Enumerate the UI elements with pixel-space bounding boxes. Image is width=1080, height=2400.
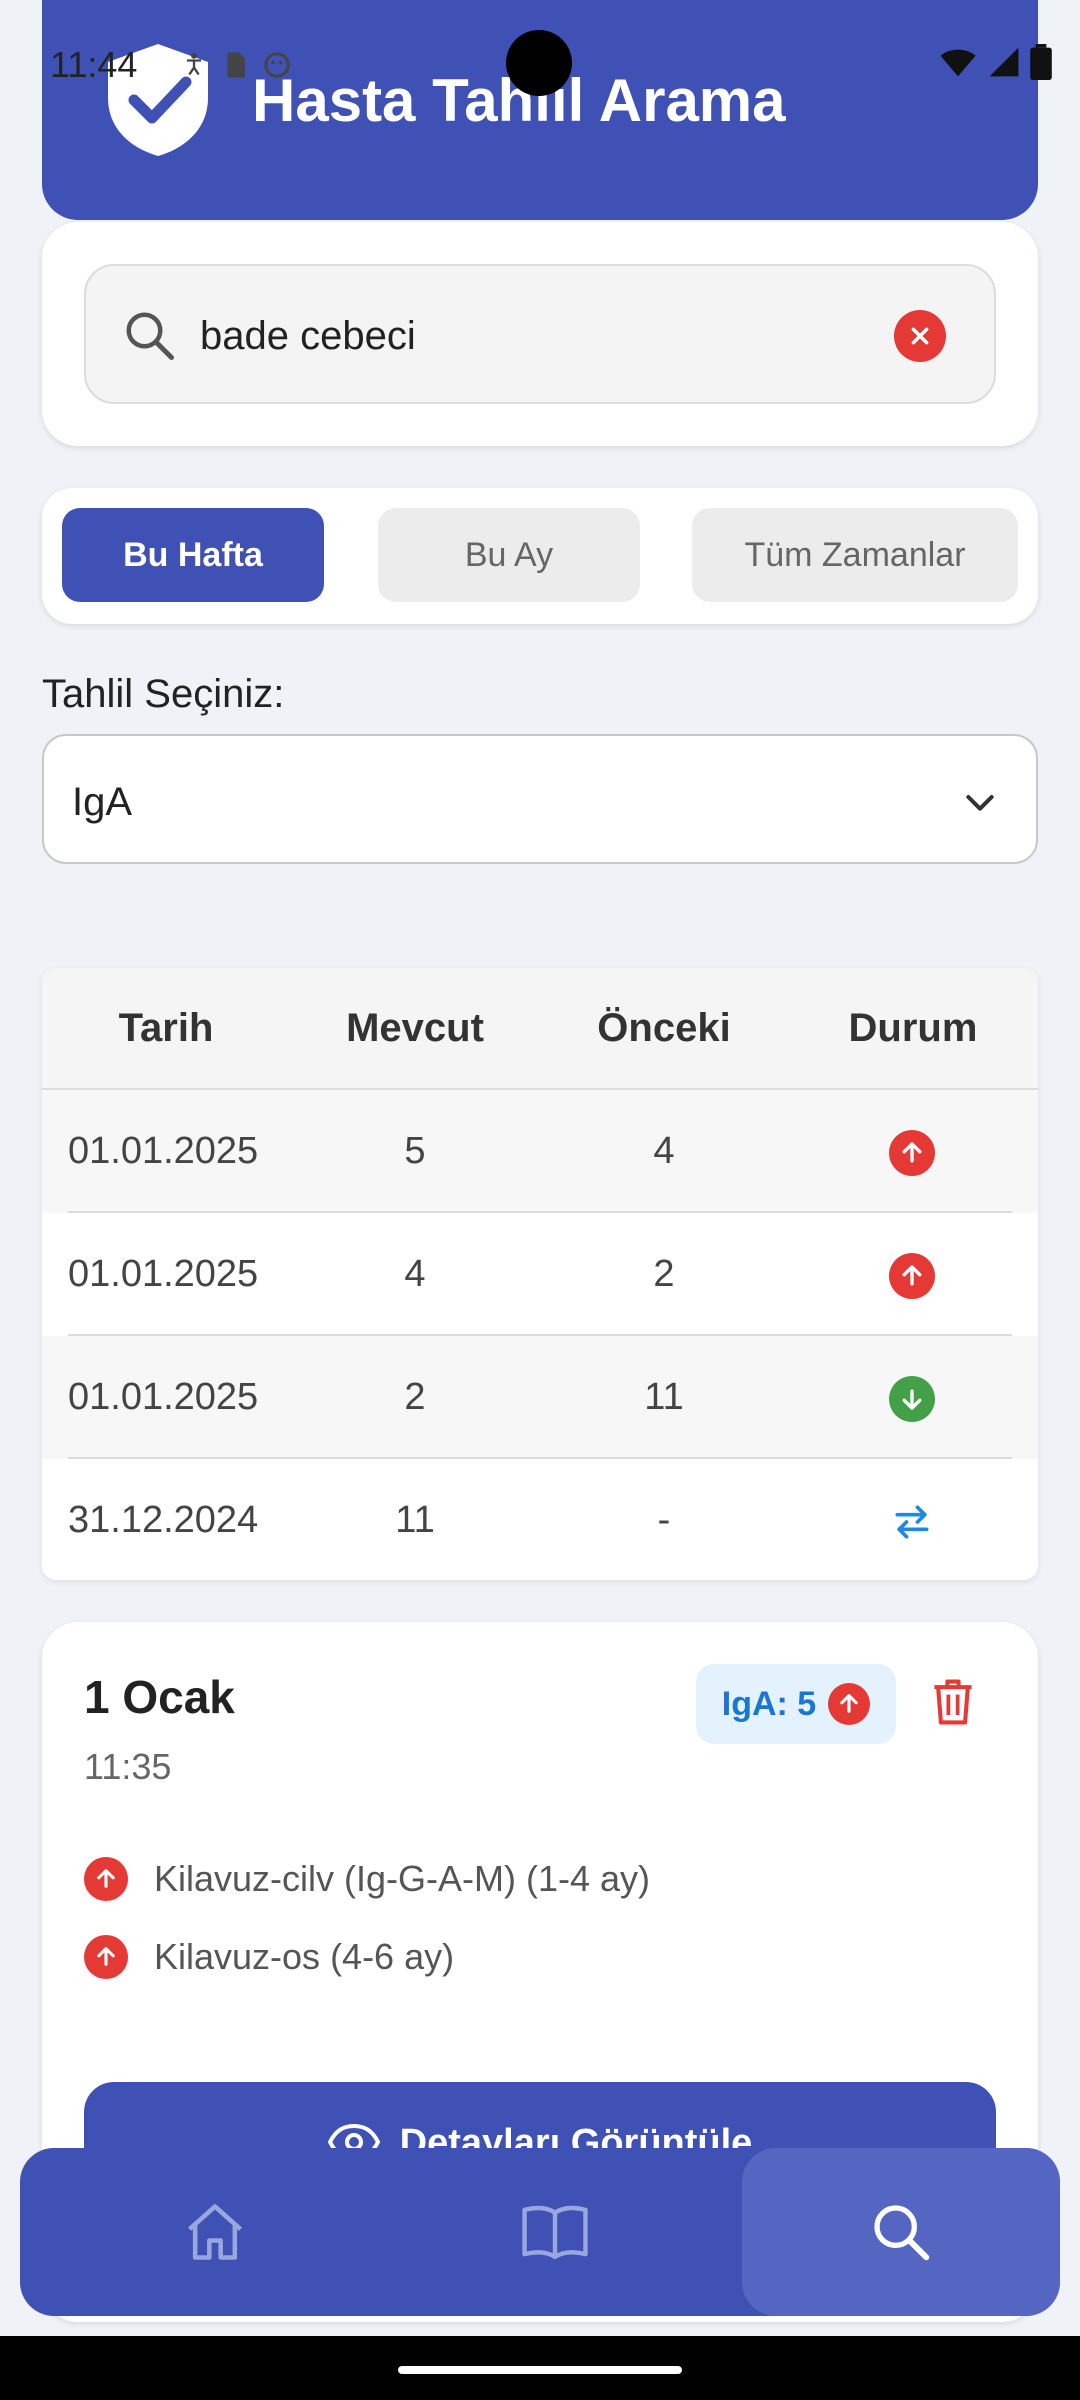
- arrow-up-icon: [828, 1683, 871, 1725]
- table-row: 31.12.2024 11 -: [42, 1459, 1038, 1580]
- test-select-label: Tahlil Seçiniz:: [42, 672, 285, 716]
- signal-icon: [989, 47, 1019, 77]
- status-time: 11:44: [50, 44, 138, 85]
- bottom-navigation: [20, 2148, 1060, 2316]
- camera-cutout: [506, 30, 572, 96]
- row-current: 2: [404, 1376, 426, 1418]
- swap-arrows-icon: [889, 1499, 935, 1545]
- status-bar: 11:44: [0, 0, 1080, 130]
- column-header-previous: Önceki: [597, 1006, 731, 1050]
- tab-this-week[interactable]: Bu Hafta: [62, 508, 324, 602]
- badge-text: IgA: 5: [721, 1684, 817, 1723]
- tab-all-time[interactable]: Tüm Zamanlar: [692, 508, 1018, 602]
- search-box[interactable]: [84, 264, 996, 404]
- close-icon: [911, 327, 929, 345]
- system-navigation-bar: [0, 2336, 1080, 2400]
- smiley-icon: [264, 52, 290, 78]
- arrow-up-icon: [84, 1857, 128, 1901]
- value-badge: IgA: 5: [696, 1664, 896, 1744]
- home-gesture-handle[interactable]: [398, 2366, 682, 2374]
- table-header: Tarih Mevcut Önceki Durum: [42, 968, 1038, 1090]
- book-icon: [522, 2205, 588, 2260]
- tab-this-month[interactable]: Bu Ay: [378, 508, 640, 602]
- search-card: [42, 222, 1038, 446]
- search-icon: [126, 312, 174, 360]
- nav-search[interactable]: [742, 2148, 1060, 2316]
- home-icon: [187, 2204, 243, 2260]
- status-notification-icons: [180, 50, 292, 80]
- row-current: 5: [404, 1130, 426, 1172]
- row-current: 4: [404, 1253, 426, 1295]
- clear-search-button[interactable]: [894, 310, 946, 362]
- period-filter: Bu Hafta Bu Ay Tüm Zamanlar: [42, 488, 1038, 624]
- arrow-up-icon: [889, 1253, 935, 1299]
- test-select-value: IgA: [72, 780, 133, 824]
- search-input[interactable]: [200, 296, 860, 376]
- result-item: Kilavuz-cilv (Ig-G-A-M) (1-4 ay): [84, 1854, 650, 1904]
- search-icon: [874, 2205, 930, 2261]
- column-header-current: Mevcut: [346, 1006, 484, 1050]
- result-item-text: Kilavuz-os (4-6 ay): [154, 1936, 455, 1977]
- arrow-up-icon: [84, 1935, 128, 1979]
- row-date: 01.01.2025: [68, 1130, 259, 1172]
- column-header-status: Durum: [848, 1006, 978, 1050]
- result-item-text: Kilavuz-cilv (Ig-G-A-M) (1-4 ay): [154, 1858, 651, 1899]
- sd-card-icon: [227, 52, 245, 78]
- row-previous: 4: [653, 1130, 675, 1172]
- row-previous: 2: [653, 1253, 675, 1295]
- accessibility-icon: [187, 52, 201, 76]
- column-header-date: Tarih: [118, 1006, 214, 1050]
- arrow-down-icon: [889, 1376, 935, 1422]
- result-time: 11:35: [84, 1746, 172, 1787]
- row-date: 01.01.2025: [68, 1253, 259, 1295]
- results-table: Tarih Mevcut Önceki Durum 01.01.2025 5 4…: [42, 968, 1038, 1580]
- test-select[interactable]: IgA: [42, 734, 1038, 864]
- row-previous: 11: [644, 1376, 684, 1418]
- trash-icon[interactable]: [930, 1676, 976, 1728]
- nav-home[interactable]: [80, 2148, 350, 2316]
- arrow-up-icon: [889, 1130, 935, 1176]
- battery-icon: [1030, 44, 1052, 80]
- row-current: 11: [395, 1499, 435, 1541]
- chevron-down-icon: [966, 795, 994, 811]
- wifi-icon: [940, 49, 976, 77]
- result-item: Kilavuz-os (4-6 ay): [84, 1932, 454, 1982]
- row-date: 01.01.2025: [68, 1376, 259, 1418]
- result-date: 1 Ocak: [84, 1671, 235, 1723]
- row-date: 31.12.2024: [68, 1499, 259, 1541]
- table-row: 01.01.2025 4 2: [42, 1213, 1038, 1336]
- nav-guide[interactable]: [420, 2148, 690, 2316]
- row-previous: -: [657, 1499, 671, 1541]
- table-row: 01.01.2025 2 11: [42, 1336, 1038, 1459]
- table-row: 01.01.2025 5 4: [42, 1090, 1038, 1213]
- status-system-icons: [938, 44, 1052, 80]
